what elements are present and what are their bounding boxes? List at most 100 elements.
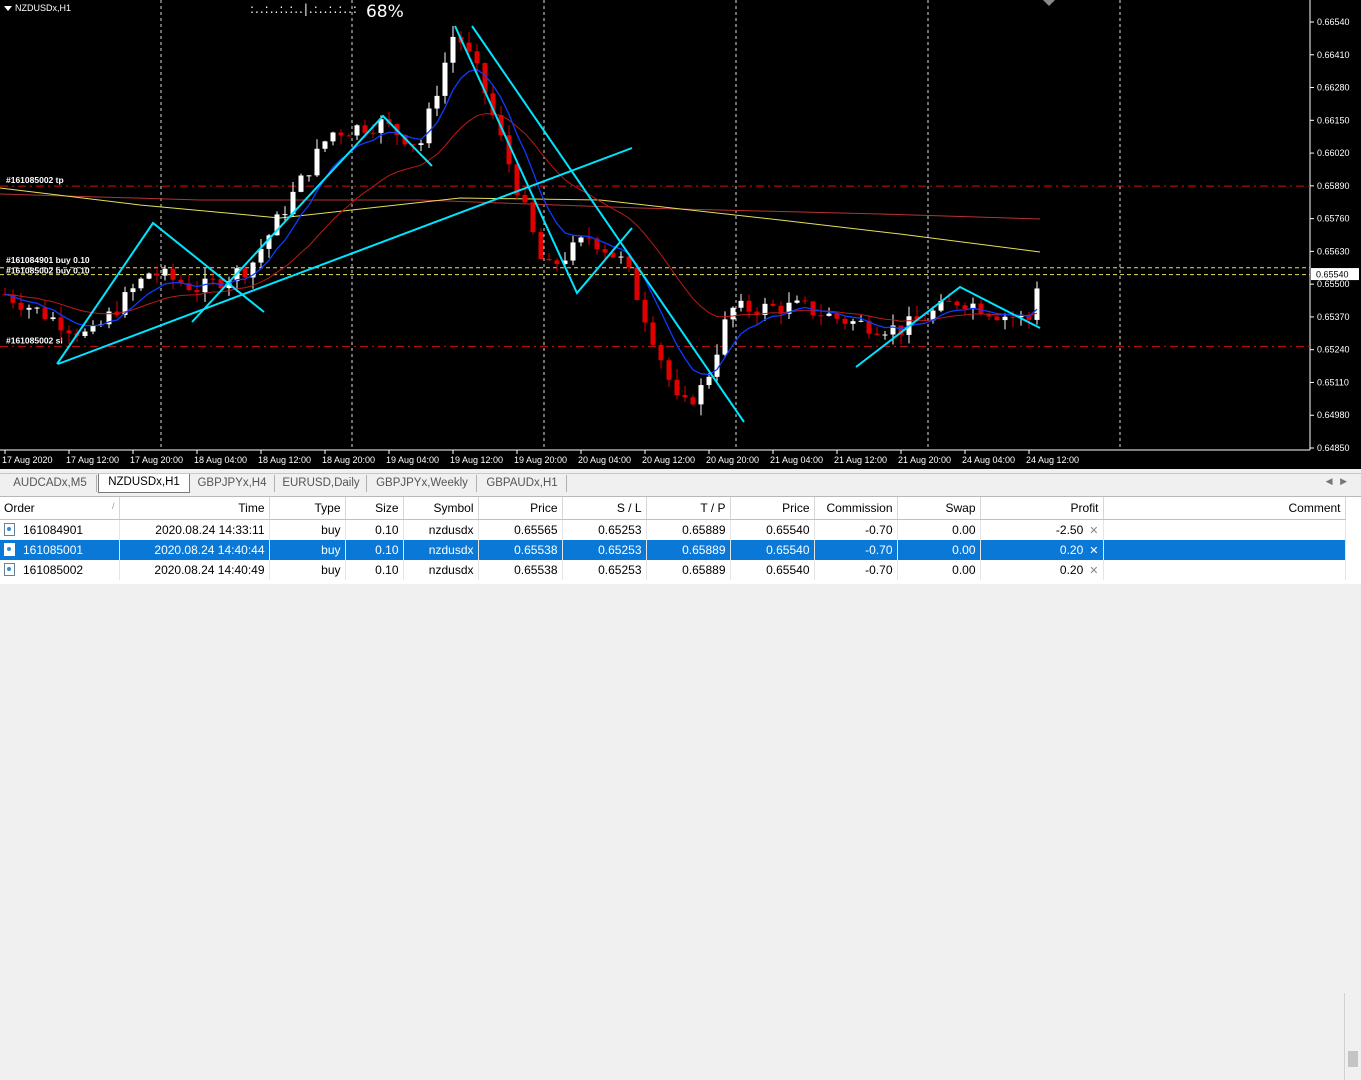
price-tick-label: 0.66150 <box>1317 115 1350 125</box>
tab-gbpjpyx-weekly[interactable]: GBPJPYx,Weekly <box>368 475 477 492</box>
time-tick-label: 19 Aug 12:00 <box>450 455 503 465</box>
time-tick-label: 19 Aug 20:00 <box>514 455 567 465</box>
tab-nzdusdx-h1[interactable]: NZDUSDx,H1 <box>98 474 190 493</box>
trade-terminal: Order / Time Type Size Symbol Price S / L… <box>0 496 1361 1080</box>
tab-eurusd-daily[interactable]: EURUSD,Daily <box>276 475 367 492</box>
price-tick-label: 0.66410 <box>1317 50 1350 60</box>
price-tick-label: 0.65240 <box>1317 345 1350 355</box>
tab-gbpjpyx-h4[interactable]: GBPJPYx,H4 <box>190 475 275 492</box>
candle-body <box>690 397 696 405</box>
order-id: 161085002 <box>23 562 84 577</box>
candle-body <box>538 232 544 259</box>
time-tick-label: 21 Aug 04:00 <box>770 455 823 465</box>
table-row[interactable]: 161085002 2020.08.24 14:40:49 buy 0.10 n… <box>0 560 1346 580</box>
candle-body <box>570 242 576 261</box>
terminal-scrollbar[interactable] <box>1344 993 1361 1080</box>
col-time[interactable]: Time <box>119 497 270 520</box>
order-id: 161084901 <box>23 522 84 537</box>
col-size[interactable]: Size <box>345 497 404 520</box>
price-tick-label: 0.65630 <box>1317 246 1350 256</box>
close-order-icon[interactable]: ✕ <box>1089 525 1098 537</box>
candle-body <box>330 132 336 142</box>
col-current-price[interactable]: Price <box>730 497 815 520</box>
price-tick-label: 0.65370 <box>1317 312 1350 322</box>
candle-body <box>674 379 680 396</box>
order-sl: 0.65253 <box>562 540 647 560</box>
tab-scroll-arrows[interactable]: ◀ ▶ <box>1326 476 1347 487</box>
col-type[interactable]: Type <box>269 497 346 520</box>
candle-body <box>642 299 648 323</box>
table-row[interactable]: 161085001 2020.08.24 14:40:44 buy 0.10 n… <box>0 540 1346 560</box>
candle-body <box>650 322 656 345</box>
candle-body <box>874 333 880 335</box>
tab-audcadx-m5[interactable]: AUDCADx,M5 <box>4 475 97 492</box>
candle-body <box>666 360 672 380</box>
order-icon <box>4 563 15 577</box>
col-comment[interactable]: Comment <box>1103 497 1346 520</box>
order-comment <box>1103 519 1346 540</box>
price-tick-label: 0.64850 <box>1317 443 1350 453</box>
time-tick-label: 20 Aug 20:00 <box>706 455 759 465</box>
candle-body <box>34 307 40 309</box>
candle-body <box>658 344 664 361</box>
candle-body <box>1034 288 1040 320</box>
col-symbol[interactable]: Symbol <box>403 497 479 520</box>
candle-body <box>738 300 744 308</box>
time-tick-label: 20 Aug 04:00 <box>578 455 631 465</box>
col-sl[interactable]: S / L <box>562 497 647 520</box>
candle-body <box>994 316 1000 321</box>
table-row[interactable]: 161084901 2020.08.24 14:33:11 buy 0.10 n… <box>0 519 1346 540</box>
candle-body <box>210 278 216 280</box>
trend-line <box>57 147 633 365</box>
order-size: 0.10 <box>345 519 404 540</box>
candle-body <box>90 325 96 332</box>
chart-shift-marker-icon <box>1043 0 1055 6</box>
col-commission[interactable]: Commission <box>814 497 898 520</box>
candle-body <box>338 132 344 136</box>
candle-body <box>442 62 448 96</box>
order-line-label: #161085002 buy 0.10 <box>6 266 90 276</box>
candle-body <box>818 315 824 317</box>
order-type: buy <box>269 560 346 580</box>
bar-progress-indicator: :..:..:.:..|.:..:.:..: 68% <box>250 2 404 22</box>
scroll-left-icon[interactable]: ◀ <box>1326 476 1333 486</box>
progress-percent: 68% <box>365 2 404 22</box>
candle-body <box>18 302 24 310</box>
order-tp: 0.65889 <box>646 519 731 540</box>
col-profit[interactable]: Profit <box>980 497 1104 520</box>
table-header: Order / Time Type Size Symbol Price S / L… <box>0 497 1346 520</box>
dropdown-arrow-icon[interactable] <box>4 6 12 12</box>
col-swap[interactable]: Swap <box>897 497 981 520</box>
time-tick-label: 18 Aug 04:00 <box>194 455 247 465</box>
order-current-price: 0.65540 <box>730 560 815 580</box>
time-tick-label: 19 Aug 04:00 <box>386 455 439 465</box>
chart-symbol-label: NZDUSDx,H1 <box>15 3 72 13</box>
chart-tabs-bar: AUDCADx,M5 NZDUSDx,H1 GBPJPYx,H4 EURUSD,… <box>0 473 1361 493</box>
candle-body <box>146 273 152 279</box>
close-order-icon[interactable]: ✕ <box>1089 545 1098 557</box>
scrollbar-thumb[interactable] <box>1348 1051 1358 1067</box>
col-order[interactable]: Order / <box>0 497 120 520</box>
col-tp[interactable]: T / P <box>646 497 731 520</box>
candle-body <box>354 125 360 136</box>
ma-slow-yellow <box>0 187 1041 253</box>
candle-body <box>66 330 72 334</box>
candle-body <box>258 248 264 263</box>
candle-body <box>882 334 888 336</box>
candle-body <box>322 141 328 149</box>
close-order-icon[interactable]: ✕ <box>1089 565 1098 577</box>
price-chart[interactable]: 0.66540 0.66410 0.66280 0.66150 0.66020 0.658… <box>0 0 1361 469</box>
candle-body <box>578 237 584 243</box>
candle-body <box>346 135 352 137</box>
order-sl: 0.65253 <box>562 519 647 540</box>
scroll-right-icon[interactable]: ▶ <box>1340 476 1347 486</box>
price-tick-label: 0.66540 <box>1317 17 1350 27</box>
candle-body <box>362 125 368 133</box>
order-commission: -0.70 <box>814 519 898 540</box>
price-tick-label: 0.65890 <box>1317 181 1350 191</box>
tab-gbpaudx-h1[interactable]: GBPAUDx,H1 <box>478 475 567 492</box>
col-price[interactable]: Price <box>478 497 563 520</box>
chart-canvas[interactable]: 0.66540 0.66410 0.66280 0.66150 0.66020 0.658… <box>0 0 1361 469</box>
candle-body <box>554 260 560 265</box>
candle-body <box>794 300 800 303</box>
